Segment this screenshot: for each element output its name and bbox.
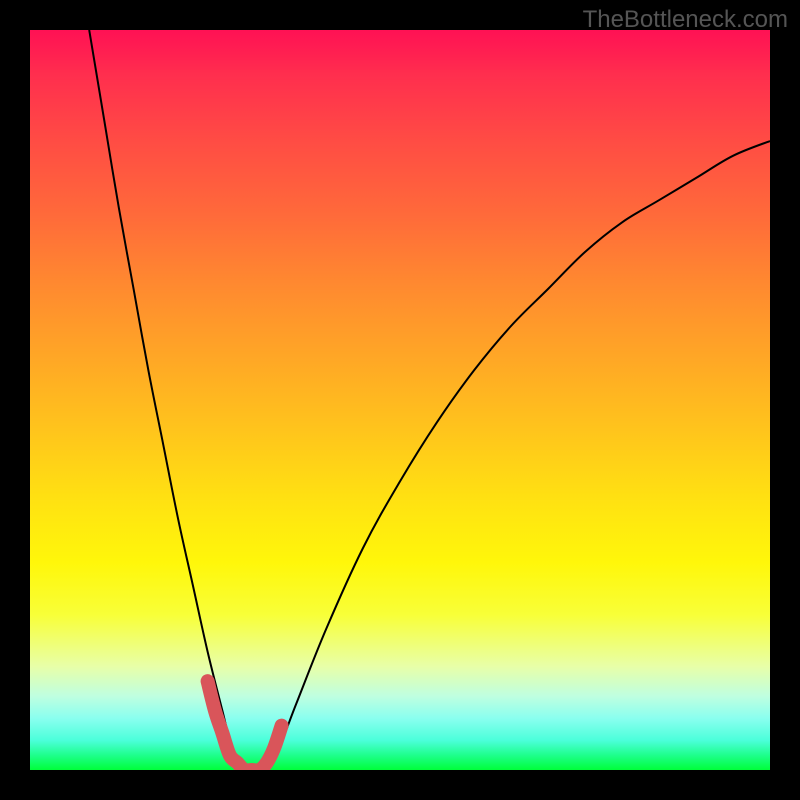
curve-svg <box>30 30 770 770</box>
plot-area <box>30 30 770 770</box>
bottleneck-curve-path <box>89 30 770 770</box>
attribution-text: TheBottleneck.com <box>583 6 788 34</box>
